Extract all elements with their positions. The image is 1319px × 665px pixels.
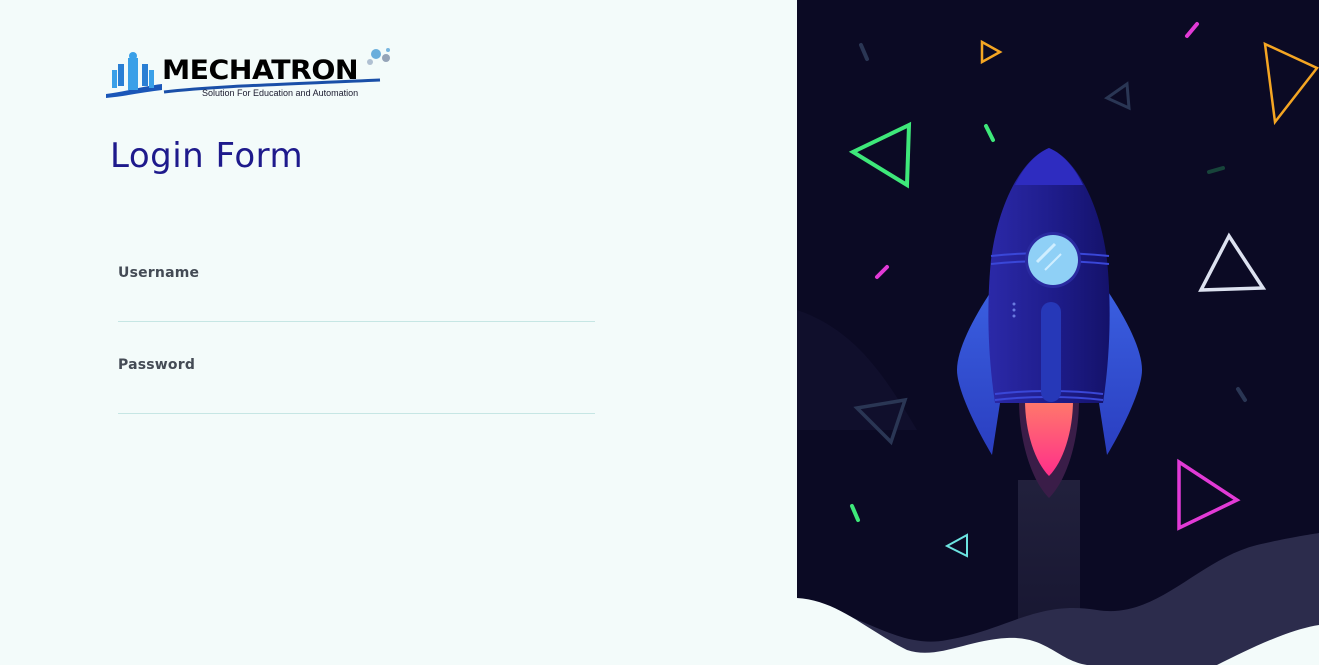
password-field: Password [118, 357, 595, 414]
username-input[interactable] [118, 288, 595, 322]
password-label: Password [118, 357, 196, 373]
logo-brand-text: MECHATRON [162, 55, 359, 86]
company-logo: MECHATRON Solution For Education and Aut… [104, 46, 400, 102]
password-input[interactable] [118, 380, 595, 414]
robot-logo-icon [106, 52, 162, 98]
rocket-illustration [797, 0, 1319, 665]
login-panel: MECHATRON Solution For Education and Aut… [0, 0, 797, 665]
rocket-center-panel [1041, 302, 1061, 402]
rocket-scene-svg [797, 0, 1319, 665]
username-label: Username [118, 265, 200, 281]
login-page: MECHATRON Solution For Education and Aut… [0, 0, 1319, 665]
username-field: Username [118, 265, 595, 322]
page-title: Login Form [110, 136, 304, 176]
logo-tagline: Solution For Education and Automation [202, 88, 359, 98]
rocket-window [1028, 235, 1078, 285]
